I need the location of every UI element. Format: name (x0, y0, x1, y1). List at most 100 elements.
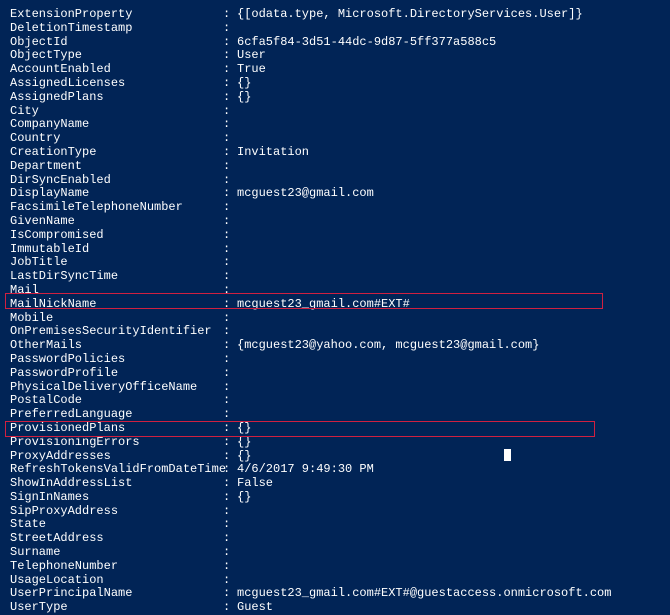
property-name: ObjectType (10, 49, 223, 63)
property-value: 4/6/2017 9:49:30 PM (237, 463, 660, 477)
property-value (237, 270, 660, 284)
property-name: ProvisionedPlans (10, 422, 223, 436)
property-name: PasswordPolicies (10, 353, 223, 367)
property-name: OtherMails (10, 339, 223, 353)
separator: : (223, 174, 237, 188)
property-value: mcguest23@gmail.com (237, 187, 660, 201)
separator: : (223, 560, 237, 574)
property-value (237, 22, 660, 36)
separator: : (223, 91, 237, 105)
property-name: PhysicalDeliveryOfficeName (10, 381, 223, 395)
output-row: FacsimileTelephoneNumber: (10, 201, 660, 215)
separator: : (223, 63, 237, 77)
separator: : (223, 160, 237, 174)
property-name: UsageLocation (10, 574, 223, 588)
property-name: Department (10, 160, 223, 174)
property-name: ObjectId (10, 36, 223, 50)
property-name: DirSyncEnabled (10, 174, 223, 188)
separator: : (223, 312, 237, 326)
property-name: AssignedPlans (10, 91, 223, 105)
property-name: PreferredLanguage (10, 408, 223, 422)
separator: : (223, 298, 237, 312)
separator: : (223, 477, 237, 491)
property-value (237, 132, 660, 146)
property-value: {} (237, 422, 660, 436)
property-value (237, 201, 660, 215)
output-row: UserPrincipalName:mcguest23_gmail.com#EX… (10, 587, 660, 601)
separator: : (223, 270, 237, 284)
separator: : (223, 381, 237, 395)
property-value: mcguest23_gmail.com#EXT#@guestaccess.onm… (237, 587, 660, 601)
output-row: ProvisionedPlans:{} (10, 422, 660, 436)
property-name: UserPrincipalName (10, 587, 223, 601)
separator: : (223, 601, 237, 615)
property-name: IsCompromised (10, 229, 223, 243)
property-value: User (237, 49, 660, 63)
output-row: UsageLocation: (10, 574, 660, 588)
separator: : (223, 394, 237, 408)
output-row: ObjectId:6cfa5f84-3d51-44dc-9d87-5ff377a… (10, 36, 660, 50)
separator: : (223, 105, 237, 119)
separator: : (223, 8, 237, 22)
property-name: Mail (10, 284, 223, 298)
property-value (237, 546, 660, 560)
output-row: ShowInAddressList:False (10, 477, 660, 491)
property-value (237, 408, 660, 422)
separator: : (223, 532, 237, 546)
property-name: RefreshTokensValidFromDateTime (10, 463, 223, 477)
output-row: Department: (10, 160, 660, 174)
separator: : (223, 587, 237, 601)
output-row: CreationType:Invitation (10, 146, 660, 160)
property-value: {mcguest23@yahoo.com, mcguest23@gmail.co… (237, 339, 660, 353)
property-value (237, 256, 660, 270)
property-value (237, 381, 660, 395)
property-value (237, 367, 660, 381)
output-row: AssignedPlans:{} (10, 91, 660, 105)
output-row: JobTitle: (10, 256, 660, 270)
output-row: OnPremisesSecurityIdentifier: (10, 325, 660, 339)
property-value: Invitation (237, 146, 660, 160)
property-value (237, 105, 660, 119)
output-row: Mobile: (10, 312, 660, 326)
output-row: MailNickName:mcguest23_gmail.com#EXT# (10, 298, 660, 312)
property-value (237, 312, 660, 326)
property-name: PasswordProfile (10, 367, 223, 381)
property-name: SipProxyAddress (10, 505, 223, 519)
separator: : (223, 187, 237, 201)
property-name: ShowInAddressList (10, 477, 223, 491)
property-name: ProvisioningErrors (10, 436, 223, 450)
output-row: DisplayName:mcguest23@gmail.com (10, 187, 660, 201)
separator: : (223, 450, 237, 464)
separator: : (223, 146, 237, 160)
property-value (237, 560, 660, 574)
separator: : (223, 284, 237, 298)
separator: : (223, 518, 237, 532)
output-row: AssignedLicenses:{} (10, 77, 660, 91)
property-value: {[odata.type, Microsoft.DirectoryService… (237, 8, 660, 22)
separator: : (223, 77, 237, 91)
property-name: Surname (10, 546, 223, 560)
output-row: DeletionTimestamp: (10, 22, 660, 36)
output-row: SipProxyAddress: (10, 505, 660, 519)
output-row: AccountEnabled:True (10, 63, 660, 77)
powershell-output: ExtensionProperty:{[odata.type, Microsof… (10, 8, 660, 615)
output-row: PhysicalDeliveryOfficeName: (10, 381, 660, 395)
output-row: TelephoneNumber: (10, 560, 660, 574)
output-row: ImmutableId: (10, 243, 660, 257)
property-value: Guest (237, 601, 660, 615)
property-value: {} (237, 77, 660, 91)
separator: : (223, 201, 237, 215)
property-value: False (237, 477, 660, 491)
output-row: Country: (10, 132, 660, 146)
separator: : (223, 243, 237, 257)
output-row: ObjectType:User (10, 49, 660, 63)
property-name: Country (10, 132, 223, 146)
output-row: City: (10, 105, 660, 119)
separator: : (223, 229, 237, 243)
property-name: DeletionTimestamp (10, 22, 223, 36)
separator: : (223, 505, 237, 519)
property-name: AssignedLicenses (10, 77, 223, 91)
property-value (237, 325, 660, 339)
property-name: LastDirSyncTime (10, 270, 223, 284)
output-row: SignInNames:{} (10, 491, 660, 505)
